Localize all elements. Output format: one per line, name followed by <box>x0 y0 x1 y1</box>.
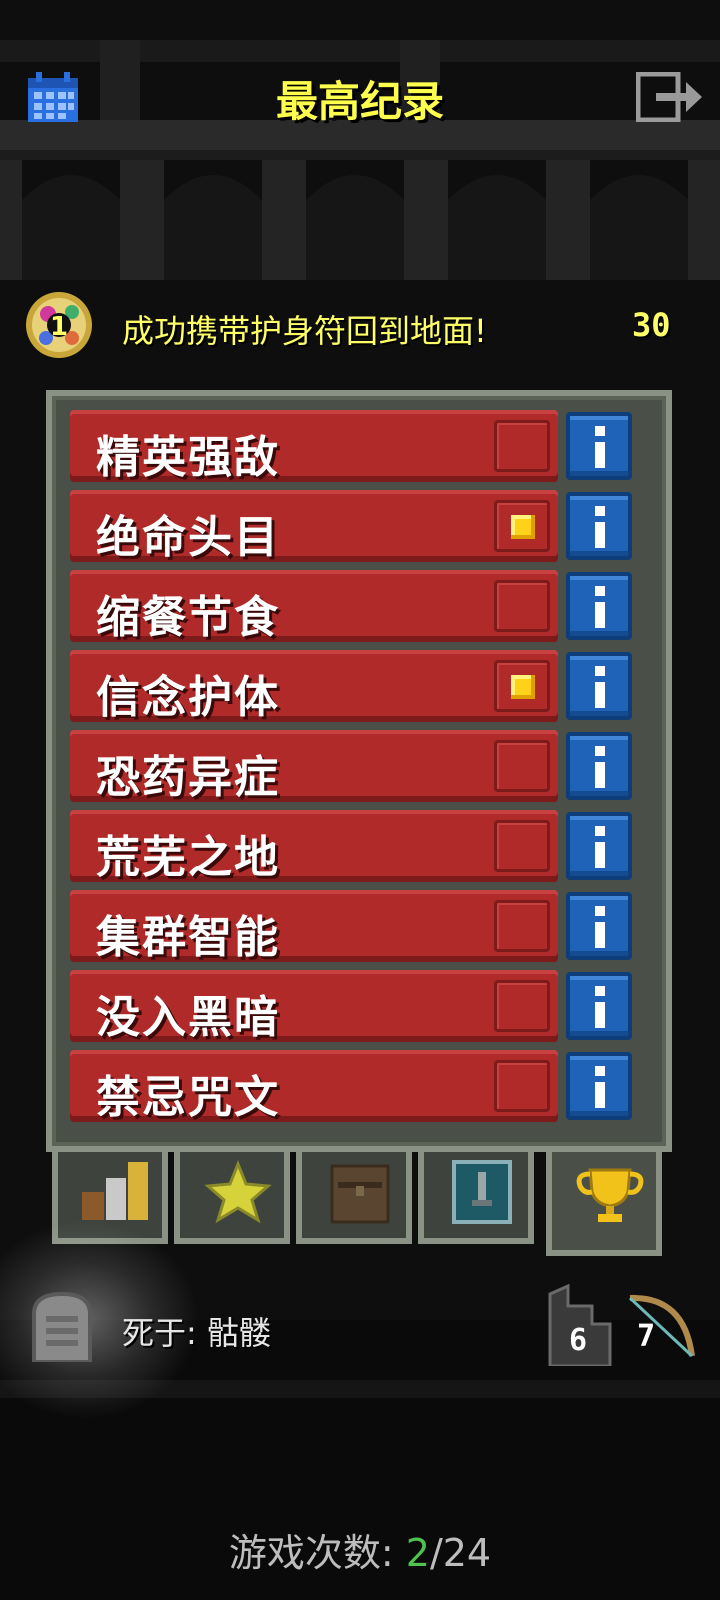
challenge-row: 绝命头目 <box>70 490 636 563</box>
tombstone-icon <box>30 1291 94 1364</box>
bow-icon: 7 <box>624 1290 698 1364</box>
info-icon <box>595 906 605 916</box>
challenge-checkbox[interactable] <box>494 580 550 632</box>
challenge-label: 禁忌咒文 <box>96 1072 280 1123</box>
challenge-checkbox[interactable] <box>494 660 550 712</box>
challenge-label: 集群智能 <box>96 912 280 963</box>
challenge-label: 绝命头目 <box>96 512 280 563</box>
games-current: 2 <box>405 1531 430 1575</box>
tab-journal[interactable] <box>418 1152 534 1244</box>
challenges-window: 精英强敌 绝命头目 缩餐节食 信念护体 恐药异症 荒芜之地 集群智能 没入黑暗 … <box>46 390 672 1256</box>
amulet-medal-icon: 1 <box>24 290 94 360</box>
info-icon <box>595 986 605 996</box>
info-button[interactable] <box>566 972 632 1040</box>
depth-icon: 6 <box>548 1283 612 1368</box>
death-cause: 死于: 骷髅 <box>122 1314 271 1352</box>
info-button[interactable] <box>566 492 632 560</box>
challenge-row: 信念护体 <box>70 650 636 723</box>
tab-records[interactable] <box>546 1152 662 1256</box>
record-description: 成功携带护身符回到地面! <box>122 312 487 350</box>
info-icon <box>595 506 605 516</box>
challenge-row: 恐药异症 <box>70 730 636 803</box>
challenge-checkbox[interactable] <box>494 500 550 552</box>
info-icon <box>595 586 605 596</box>
info-icon <box>595 666 605 676</box>
info-button[interactable] <box>566 1052 632 1120</box>
info-button[interactable] <box>566 892 632 960</box>
catalog-icon <box>330 1164 390 1224</box>
depth-value: 6 <box>569 1323 587 1358</box>
challenge-row: 禁忌咒文 <box>70 1050 636 1123</box>
tab-catalog[interactable] <box>296 1152 412 1244</box>
rank-label: 1 <box>50 312 68 342</box>
challenge-checkbox[interactable] <box>494 1060 550 1112</box>
games-total: /24 <box>429 1531 492 1575</box>
games-played: 游戏次数: 2/24 <box>0 1522 720 1577</box>
challenge-label: 恐药异症 <box>96 752 280 803</box>
checkmark-icon <box>511 515 535 539</box>
challenge-row: 荒芜之地 <box>70 810 636 883</box>
challenge-label: 没入黑暗 <box>96 992 280 1043</box>
challenge-checkbox[interactable] <box>494 980 550 1032</box>
challenge-label: 荒芜之地 <box>96 832 280 883</box>
challenge-checkbox[interactable] <box>494 820 550 872</box>
challenge-row: 缩餐节食 <box>70 570 636 643</box>
challenge-label: 精英强敌 <box>96 432 280 483</box>
info-icon <box>595 746 605 756</box>
challenge-label: 信念护体 <box>96 672 280 723</box>
level-value: 7 <box>637 1319 655 1354</box>
checkmark-icon <box>511 675 535 699</box>
info-button[interactable] <box>566 572 632 640</box>
info-button[interactable] <box>566 732 632 800</box>
trophy-icon <box>576 1168 644 1222</box>
challenge-checkbox[interactable] <box>494 420 550 472</box>
info-icon <box>595 426 605 436</box>
badges-icon <box>204 1159 272 1224</box>
challenge-checkbox[interactable] <box>494 740 550 792</box>
exit-icon[interactable] <box>635 71 704 123</box>
challenge-label: 缩餐节食 <box>96 592 280 643</box>
challenge-row: 精英强敌 <box>70 410 636 483</box>
info-icon <box>595 1066 605 1076</box>
journal-icon <box>452 1160 512 1224</box>
challenge-row: 没入黑暗 <box>70 970 636 1043</box>
stats-icon <box>82 1162 148 1220</box>
page-title: 最高纪录 <box>275 77 444 126</box>
record-depth: 30 <box>632 306 671 344</box>
info-button[interactable] <box>566 652 632 720</box>
info-icon <box>595 826 605 836</box>
challenge-checkbox[interactable] <box>494 900 550 952</box>
games-label: 游戏次数: <box>228 1531 406 1575</box>
info-button[interactable] <box>566 412 632 480</box>
info-button[interactable] <box>566 812 632 880</box>
challenge-row: 集群智能 <box>70 890 636 963</box>
